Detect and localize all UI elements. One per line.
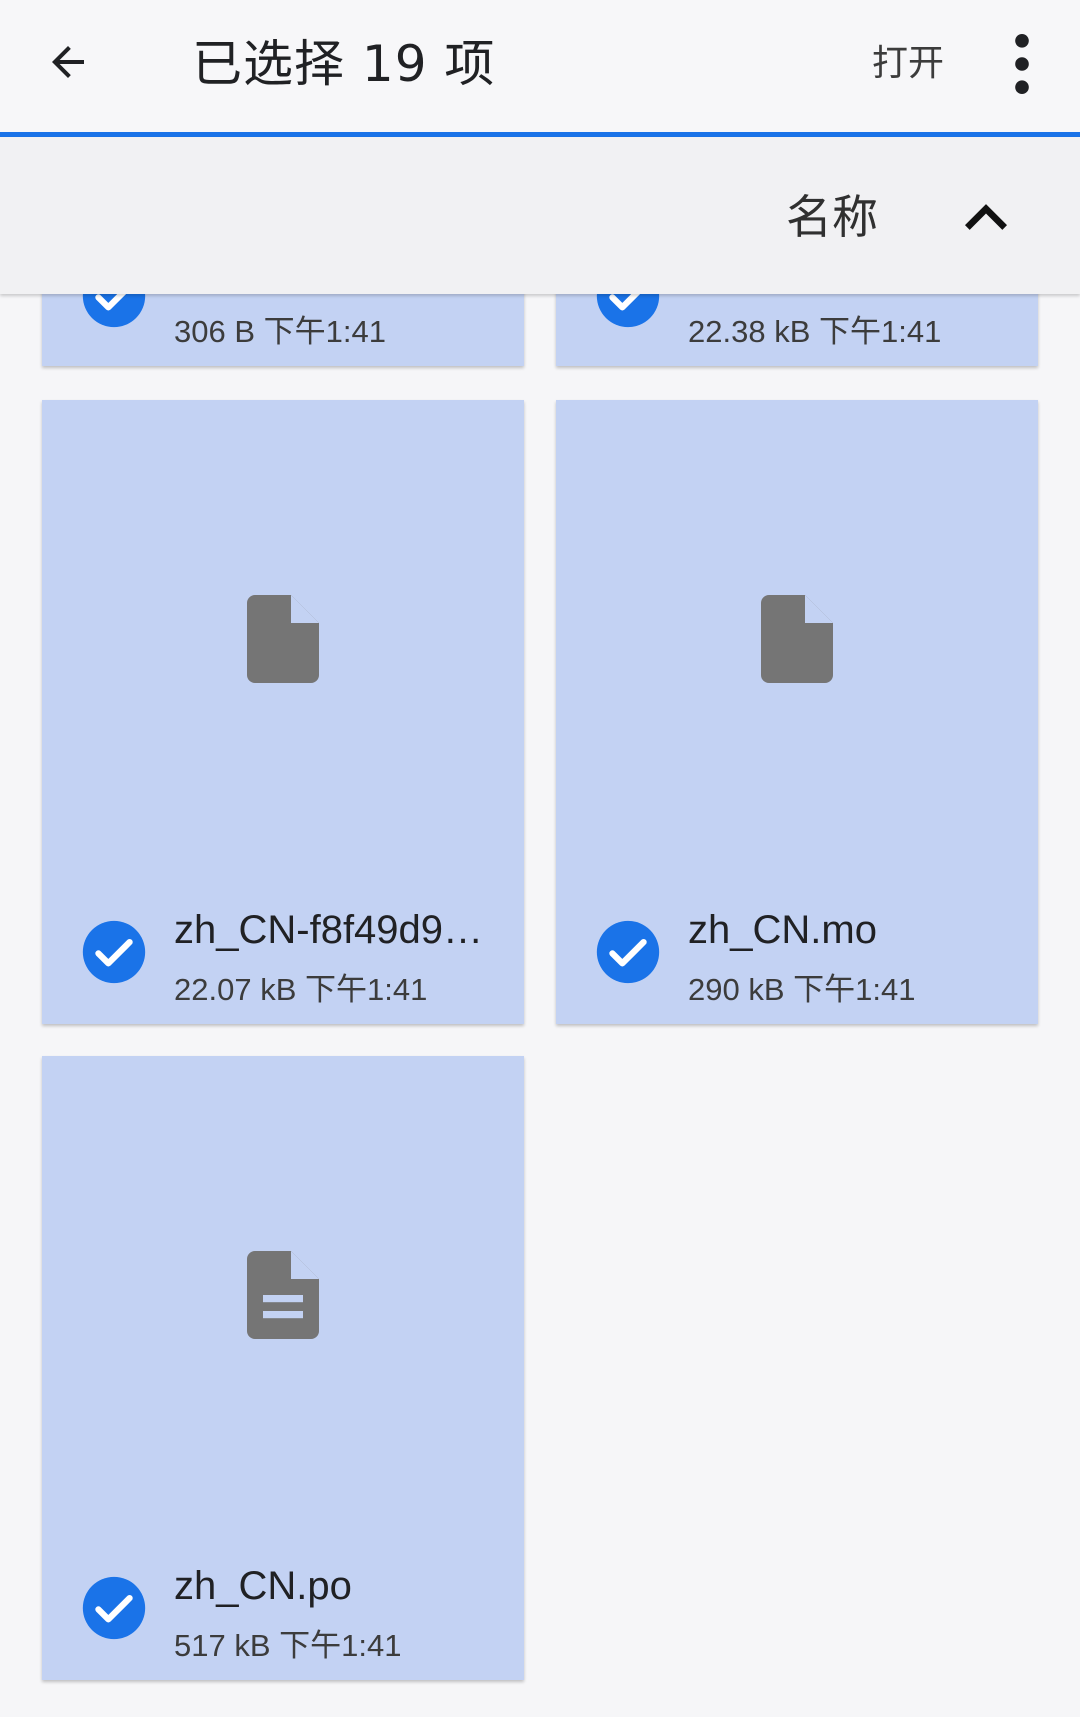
file-meta: 290 kB 下午1:41 <box>688 972 916 1007</box>
open-button[interactable]: 打开 <box>872 36 944 92</box>
check-circle-icon[interactable] <box>80 918 148 986</box>
file-name: zh_CN.mo <box>688 908 877 952</box>
file-card[interactable]: zh_CN.po 517 kB 下午1:41 <box>42 1056 524 1680</box>
file-meta: 306 B 下午1:41 <box>174 314 386 349</box>
check-circle-icon[interactable] <box>80 1574 148 1642</box>
file-meta: 22.07 kB 下午1:41 <box>174 972 428 1007</box>
arrow-back-icon <box>52 46 84 78</box>
file-meta: 517 kB 下午1:41 <box>174 1628 402 1663</box>
file-icon <box>761 595 833 683</box>
more-options-button[interactable] <box>1000 32 1044 96</box>
file-icon <box>247 595 319 683</box>
back-button[interactable] <box>36 30 100 94</box>
file-meta: 22.38 kB 下午1:41 <box>688 314 942 349</box>
sort-bar: 名称 <box>0 137 1080 294</box>
file-name: zh_CN-f8f49d9… <box>174 908 484 952</box>
app-bar: 已选择 19 项 打开 <box>0 0 1080 133</box>
selection-title: 已选择 19 项 <box>192 35 496 93</box>
file-card[interactable]: zh_CN.mo 290 kB 下午1:41 <box>556 400 1038 1024</box>
chevron-up-icon <box>965 204 1007 230</box>
check-circle-icon[interactable] <box>594 918 662 986</box>
file-name: zh_CN.po <box>174 1564 352 1608</box>
more-vert-icon <box>1015 34 1029 94</box>
sort-by-name-button[interactable]: 名称 <box>786 187 878 247</box>
file-card[interactable]: zh_CN-f8f49d9… 22.07 kB 下午1:41 <box>42 400 524 1024</box>
sort-direction-button[interactable] <box>950 181 1022 253</box>
text-file-icon <box>247 1251 319 1339</box>
